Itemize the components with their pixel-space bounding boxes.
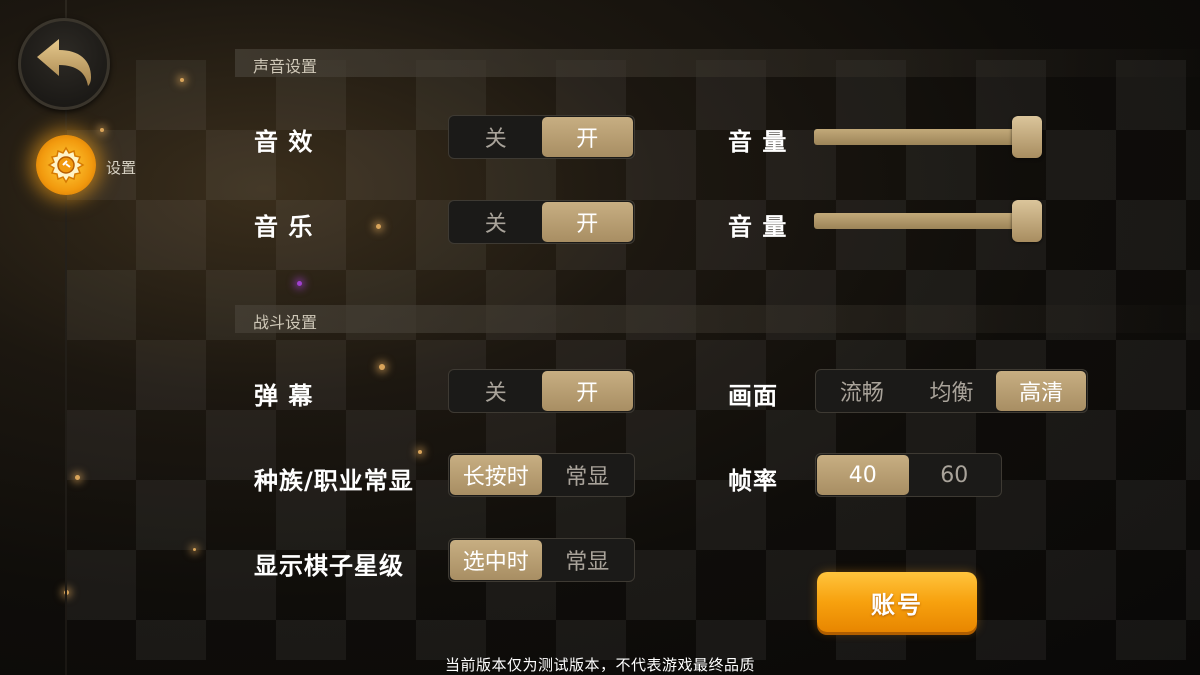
sound-effects-off-option[interactable]: 关 [450, 117, 542, 157]
effects-volume-slider[interactable] [814, 116, 1042, 160]
quality-hd-option[interactable]: 高清 [996, 371, 1087, 411]
music-off-option[interactable]: 关 [450, 202, 542, 242]
race-class-always-option[interactable]: 常显 [542, 455, 634, 495]
race-class-label: 种族/职业常显 [254, 467, 414, 495]
quality-label: 画面 [728, 382, 778, 410]
race-class-selector: 长按时 常显 [448, 453, 635, 497]
effects-volume-label: 音 量 [728, 128, 788, 156]
section-header-battle: 战斗设置 [235, 305, 1200, 333]
framerate-40-option[interactable]: 40 [817, 455, 909, 495]
slider-track [814, 129, 1042, 145]
section-header-sound: 声音设置 [235, 49, 1200, 77]
sparkle [376, 224, 381, 229]
music-volume-label: 音 量 [728, 213, 788, 241]
sparkle [180, 78, 184, 82]
sparkle [193, 548, 196, 551]
race-class-hold-option[interactable]: 长按时 [450, 455, 542, 495]
slider-thumb[interactable] [1012, 116, 1042, 158]
sound-effects-toggle: 关 开 [448, 115, 635, 159]
account-button[interactable]: 账号 [817, 572, 977, 632]
footer-note: 当前版本仅为测试版本，不代表游戏最终品质 [444, 656, 755, 674]
star-level-selector: 选中时 常显 [448, 538, 635, 582]
sparkle [379, 364, 385, 370]
sparkle [418, 450, 422, 454]
star-level-label: 显示棋子星级 [254, 552, 404, 580]
sparkle [100, 128, 104, 132]
back-arrow-icon [33, 37, 95, 91]
framerate-selector: 40 60 [815, 453, 1002, 497]
back-button[interactable] [18, 18, 110, 110]
framerate-60-option[interactable]: 60 [909, 455, 1001, 495]
sound-effects-on-option[interactable]: 开 [541, 117, 633, 157]
music-label: 音 乐 [254, 213, 314, 241]
framerate-label: 帧率 [728, 467, 778, 495]
quality-selector: 流畅 均衡 高清 [815, 369, 1088, 413]
star-level-selected-option[interactable]: 选中时 [450, 540, 542, 580]
slider-track [814, 213, 1042, 229]
sparkle [75, 475, 80, 480]
quality-smooth-option[interactable]: 流畅 [817, 371, 907, 411]
sparkle [297, 281, 302, 286]
star-level-always-option[interactable]: 常显 [542, 540, 634, 580]
music-on-option[interactable]: 开 [541, 202, 633, 242]
music-volume-slider[interactable] [814, 200, 1042, 244]
quality-balanced-option[interactable]: 均衡 [907, 371, 997, 411]
slider-thumb[interactable] [1012, 200, 1042, 242]
gear-icon [36, 135, 96, 195]
sound-effects-label: 音 效 [254, 128, 314, 156]
sidebar-item-label: 设置 [106, 159, 137, 177]
section-title: 战斗设置 [253, 313, 318, 332]
section-title: 声音设置 [253, 57, 318, 76]
danmaku-label: 弹 幕 [254, 382, 314, 410]
danmaku-on-option[interactable]: 开 [541, 371, 633, 411]
music-toggle: 关 开 [448, 200, 635, 244]
danmaku-toggle: 关 开 [448, 369, 635, 413]
danmaku-off-option[interactable]: 关 [450, 371, 542, 411]
